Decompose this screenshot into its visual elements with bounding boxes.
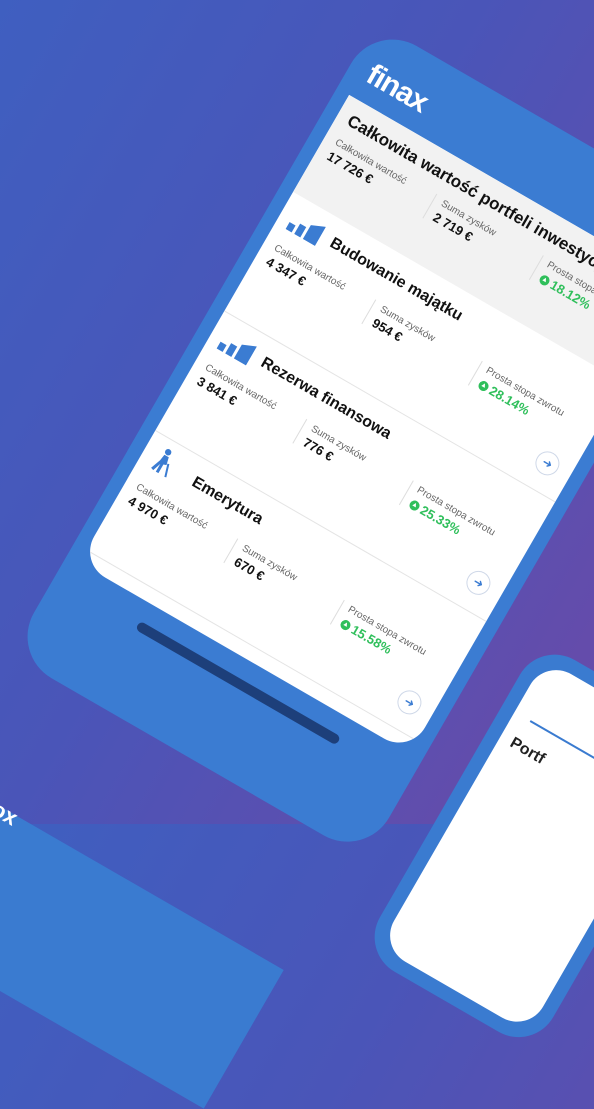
bar-chart-icon: [216, 329, 257, 366]
phone-screen: Całkowita wartość portfeli inwestycyjnyc…: [79, 94, 594, 754]
arrow-up-icon: [476, 378, 491, 393]
elderly-person-icon: [148, 449, 188, 485]
arrow-up-icon: [338, 617, 353, 632]
arrow-right-icon[interactable]: ➜: [393, 685, 426, 719]
arrow-right-icon[interactable]: ➜: [462, 566, 495, 600]
arrow-up-icon: [407, 498, 422, 512]
arrow-right-icon[interactable]: ➜: [531, 446, 564, 480]
background-panel: [0, 760, 284, 1109]
secondary-phone-label: Portf: [507, 734, 548, 768]
arrow-up-icon: [537, 272, 552, 287]
bar-chart-icon: [285, 210, 326, 246]
